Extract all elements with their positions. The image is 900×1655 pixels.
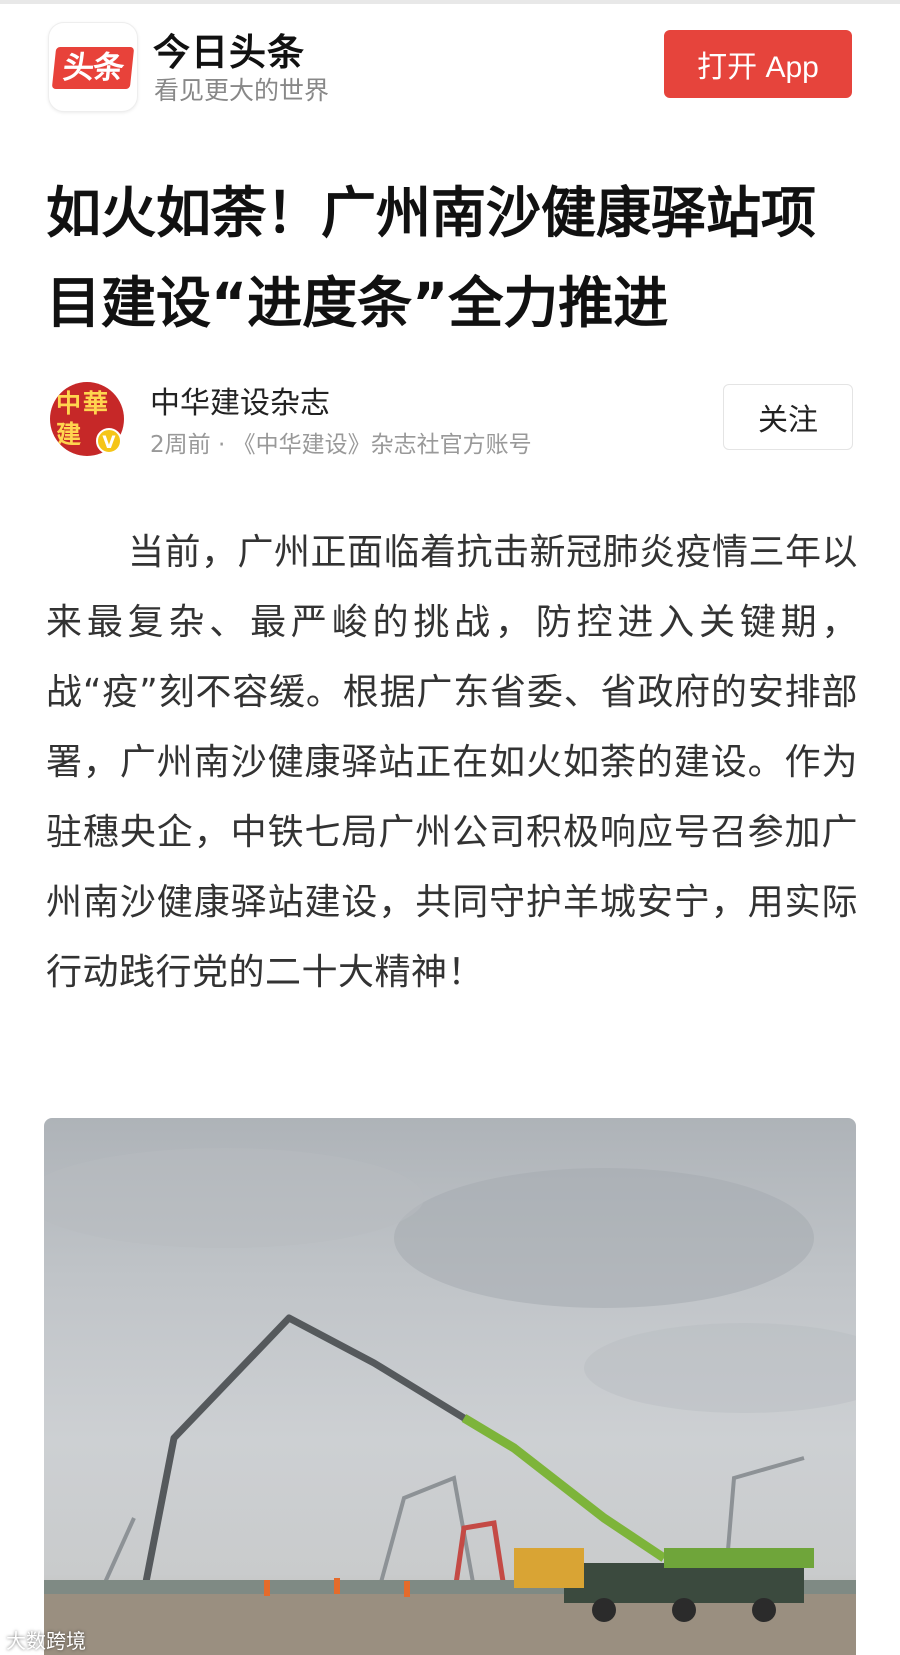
- app-header: 头条 今日头条 看见更大的世界 打开 App: [0, 4, 900, 124]
- construction-scene-illustration: [44, 1148, 856, 1655]
- article-photo[interactable]: [44, 1118, 856, 1655]
- author-name[interactable]: 中华建设杂志: [150, 378, 330, 422]
- verified-badge-icon: V: [96, 428, 122, 454]
- open-app-button[interactable]: 打开 App: [664, 30, 852, 98]
- article-body: 当前，广州正面临着抗击新冠肺炎疫情三年以来最复杂、最严峻的挑战，防控进入关键期，…: [46, 532, 859, 993]
- app-name: 今日头条: [153, 31, 305, 74]
- toutiao-logo[interactable]: 头条: [48, 22, 138, 112]
- author-meta: 2周前 · 《中华建设》杂志社官方账号: [150, 432, 532, 458]
- toutiao-logo-mark: 头条: [51, 47, 135, 89]
- follow-button[interactable]: 关注: [723, 384, 853, 450]
- app-slogan: 看见更大的世界: [154, 76, 330, 105]
- photo-watermark: 大数跨境: [6, 1629, 86, 1653]
- article-title: 如火如荼！广州南沙健康驿站项目建设“进度条”全力推进: [46, 181, 817, 335]
